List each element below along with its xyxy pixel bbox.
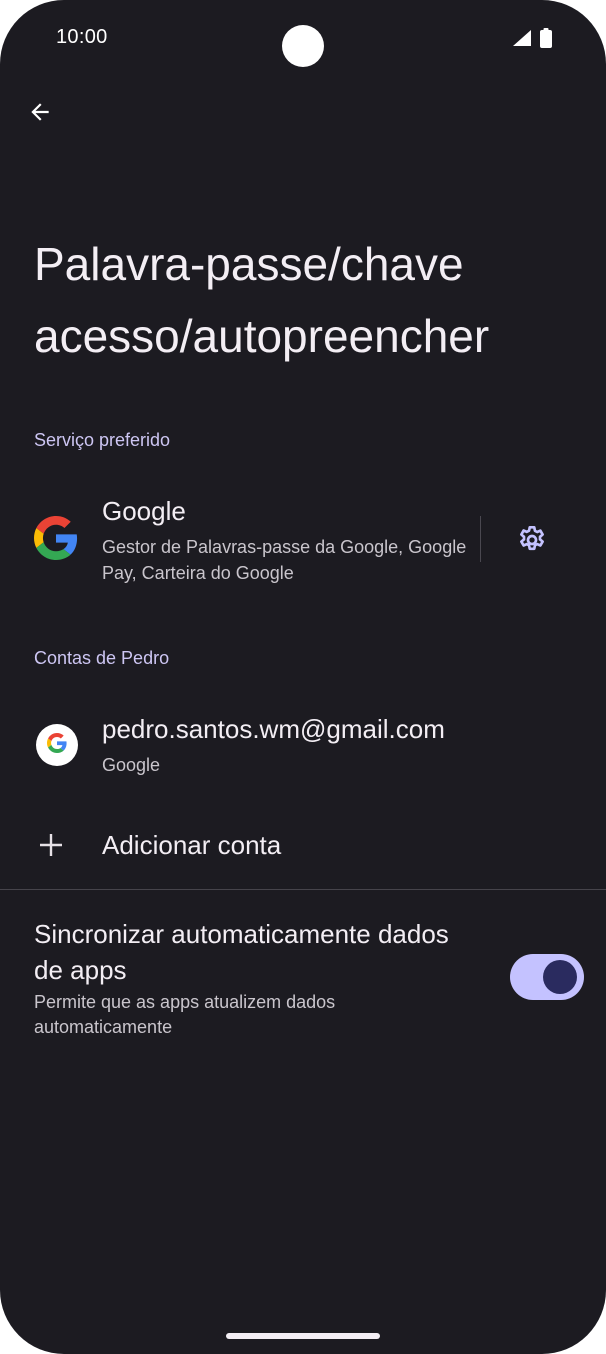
section-divider	[0, 889, 606, 890]
account-row[interactable]: pedro.santos.wm@gmail.com Google	[0, 706, 606, 790]
page-title: Palavra-passe/chave acesso/autopreencher	[34, 238, 490, 362]
camera-cutout	[282, 25, 324, 67]
section-header-accounts: Contas de Pedro	[34, 648, 170, 668]
provider-settings-button[interactable]	[510, 520, 554, 564]
preferred-provider-row[interactable]: Google Gestor de Palavras-passe da Googl…	[0, 486, 606, 596]
status-icons	[512, 28, 552, 53]
signal-icon	[512, 29, 532, 52]
google-logo-icon	[34, 516, 78, 560]
section-header-preferred-service: Serviço preferido	[34, 430, 171, 450]
vertical-divider	[480, 516, 481, 562]
arrow-back-icon	[27, 99, 53, 130]
add-account-button[interactable]: Adicionar conta	[0, 812, 606, 880]
account-type: Google	[102, 755, 161, 775]
phone-screen: 10:00 Palavra-passe/chave acesso/autopre…	[0, 0, 606, 1354]
status-time: 10:00	[56, 26, 108, 48]
google-logo-icon	[47, 732, 67, 758]
provider-description: Gestor de Palavras-passe da Google, Goog…	[102, 537, 467, 583]
auto-sync-subtitle: Permite que as apps atualizem dados auto…	[34, 992, 336, 1037]
back-button[interactable]	[20, 94, 60, 134]
plus-icon	[38, 832, 64, 858]
account-email: pedro.santos.wm@gmail.com	[102, 714, 445, 744]
battery-icon	[540, 28, 552, 53]
auto-sync-row[interactable]: Sincronizar automaticamente dados de app…	[0, 906, 606, 1056]
auto-sync-title: Sincronizar automaticamente dados de app…	[34, 919, 449, 985]
home-indicator[interactable]	[226, 1333, 380, 1339]
provider-name: Google	[102, 496, 186, 526]
toggle-thumb	[543, 960, 577, 994]
add-account-label: Adicionar conta	[102, 830, 282, 860]
auto-sync-toggle[interactable]	[510, 954, 584, 1000]
avatar	[36, 724, 78, 766]
gear-icon	[516, 524, 548, 561]
